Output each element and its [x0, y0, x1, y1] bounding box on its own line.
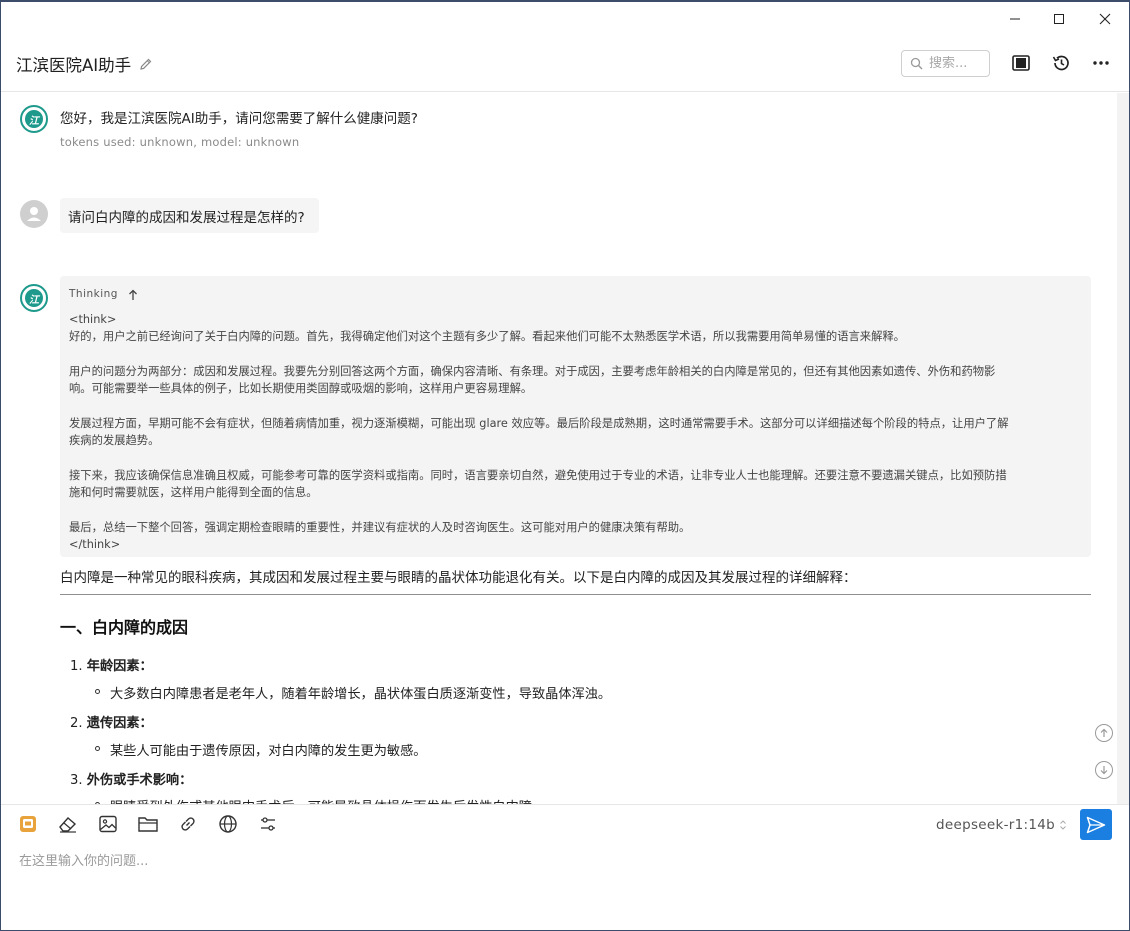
- thinking-content: <think> 好的，用户之前已经询问了关于白内障的问题。首先，我得确定他们对这…: [69, 311, 1082, 554]
- maximize-button[interactable]: [1039, 6, 1079, 32]
- model-selector[interactable]: deepseek-r1:14b: [936, 817, 1067, 833]
- list-number: 2.: [70, 716, 83, 731]
- sidebar-toggle-button[interactable]: [1010, 52, 1032, 74]
- arrow-down-icon: [1100, 766, 1108, 775]
- panel-icon: [1012, 55, 1030, 71]
- chevron-updown-icon: [1060, 820, 1066, 830]
- send-icon: [1086, 816, 1106, 833]
- think-line: 好的，用户之前已经询问了关于白内障的问题。首先，我得确定他们对这个主题有多少了解…: [69, 330, 905, 343]
- scroll-down-button[interactable]: [1095, 761, 1113, 779]
- maximize-icon: [1054, 14, 1064, 24]
- assistant-icon: [20, 816, 36, 832]
- arrow-up-icon: [1100, 728, 1108, 737]
- search-icon: [910, 57, 923, 70]
- bullet: [95, 689, 100, 694]
- sliders-icon: [261, 817, 275, 831]
- think-line: 响。可能需要举一些具体的例子，比如长期使用类固醇或吸烟的影响，这样用户更容易理解…: [69, 382, 533, 395]
- think-line: 用户的问题分为两部分：成因和发展过程。我要先分别回答这两个方面，确保内容清晰、有…: [69, 364, 996, 378]
- list-number: 3.: [70, 773, 83, 788]
- assistant-avatar: 江: [20, 105, 48, 133]
- attach-link-button[interactable]: [177, 813, 199, 835]
- upload-image-button[interactable]: [97, 813, 119, 835]
- assistant-picker-button[interactable]: [17, 813, 39, 835]
- answer-intro: 白内障是一种常见的眼科疾病，其成因和发展过程主要与眼睛的晶状体功能退化有关。以下…: [60, 570, 857, 586]
- close-icon: [1099, 13, 1111, 25]
- list-item-title: 遗传因素：: [86, 716, 153, 731]
- think-line: 发展过程方面，早期可能不会有症状，但随着病情加重，视力逐渐模糊，可能出现 gla…: [69, 416, 1009, 430]
- chat-scroll-area[interactable]: 江 您好，我是江滨医院AI助手，请问您需要了解什么健康问题? tokens us…: [1, 93, 1117, 804]
- bullet: [95, 746, 100, 751]
- link-icon: [181, 817, 195, 831]
- web-search-button[interactable]: [217, 813, 239, 835]
- think-line: 最后，总结一下整个回答，强调定期检查眼睛的重要性，并建议有症状的人及时咨询医生。…: [69, 520, 691, 534]
- thinking-toggle[interactable]: Thinking: [69, 286, 1082, 304]
- send-button[interactable]: [1080, 809, 1112, 840]
- message-input[interactable]: [19, 850, 1109, 920]
- minimize-icon: [1010, 18, 1020, 20]
- search-input[interactable]: [929, 56, 983, 71]
- list-item: 1. 年龄因素：: [70, 655, 153, 674]
- chat-header: 江滨医院AI助手: [1, 36, 1129, 92]
- list-item-detail: 某些人可能由于遗传原因，对白内障的发生更为敏感。: [110, 744, 427, 759]
- hospital-logo-icon: 江: [25, 110, 43, 128]
- list-number: 1.: [70, 659, 83, 674]
- list-item: 3. 外伤或手术影响：: [70, 769, 192, 788]
- page-title: 江滨医院AI助手: [16, 56, 132, 75]
- think-line: </think>: [69, 538, 121, 551]
- list-item-title: 年龄因素：: [86, 659, 153, 674]
- composer-toolbar: deepseek-r1:14b: [1, 804, 1129, 844]
- think-line: 疾病的发展趋势。: [69, 434, 160, 447]
- divider: [60, 594, 1091, 595]
- folder-icon: [138, 817, 158, 832]
- clear-context-button[interactable]: [57, 813, 79, 835]
- section-heading: 一、白内障的成因: [60, 618, 189, 637]
- settings-button[interactable]: [257, 813, 279, 835]
- list-item: 2. 遗传因素：: [70, 712, 153, 731]
- history-icon: [1052, 55, 1069, 71]
- eraser-icon: [59, 817, 77, 833]
- globe-icon: [219, 815, 237, 833]
- message-meta: tokens used: unknown, model: unknown: [60, 135, 300, 149]
- list-item-detail: 大多数白内障患者是老年人，随着年龄增长，晶状体蛋白质逐渐变性，导致晶体浑浊。: [110, 687, 612, 702]
- think-line: 接下来，我应该确保信息准确且权威，可能参考可靠的医学资料或指南。同时，语言要亲切…: [69, 468, 1007, 482]
- model-name: deepseek-r1:14b: [936, 817, 1056, 833]
- image-icon: [99, 815, 117, 833]
- scroll-up-button[interactable]: [1095, 724, 1113, 742]
- edit-title-icon[interactable]: [139, 56, 153, 75]
- close-button[interactable]: [1085, 6, 1125, 32]
- user-message: 请问白内障的成因和发展过程是怎样的?: [60, 198, 319, 233]
- arrow-up-icon: [129, 289, 137, 300]
- thinking-label: Thinking: [69, 288, 118, 300]
- assistant-avatar: 江: [20, 284, 48, 312]
- minimize-button[interactable]: [995, 6, 1035, 32]
- title-bar: [1, 2, 1129, 34]
- assistant-message: 您好，我是江滨医院AI助手，请问您需要了解什么健康问题?: [60, 111, 418, 127]
- app-window: 江滨医院AI助手 江 您好，我是江滨医院AI助手，请问您需要了解什么健康问题? …: [0, 0, 1130, 931]
- chat-scrollbar[interactable]: [1117, 93, 1129, 804]
- history-button[interactable]: [1050, 52, 1072, 74]
- hospital-logo-icon: 江: [25, 289, 43, 307]
- list-item-detail: 眼睛受到外伤或其他眼内手术后，可能导致晶体损伤而发生后发性白内障。: [110, 796, 545, 804]
- thinking-block: Thinking <think> 好的，用户之前已经询问了关于白内障的问题。首先…: [60, 276, 1091, 557]
- user-icon: [27, 207, 41, 221]
- ellipsis-icon: [1093, 61, 1109, 65]
- list-item-title: 外伤或手术影响：: [86, 773, 193, 788]
- think-line: 施和何时需要就医，这样用户能得到全面的信息。: [69, 486, 318, 499]
- think-line: <think>: [69, 312, 117, 326]
- attach-file-button[interactable]: [137, 813, 159, 835]
- user-avatar: [20, 200, 48, 228]
- search-box[interactable]: [901, 50, 990, 77]
- more-options-button[interactable]: [1090, 52, 1112, 74]
